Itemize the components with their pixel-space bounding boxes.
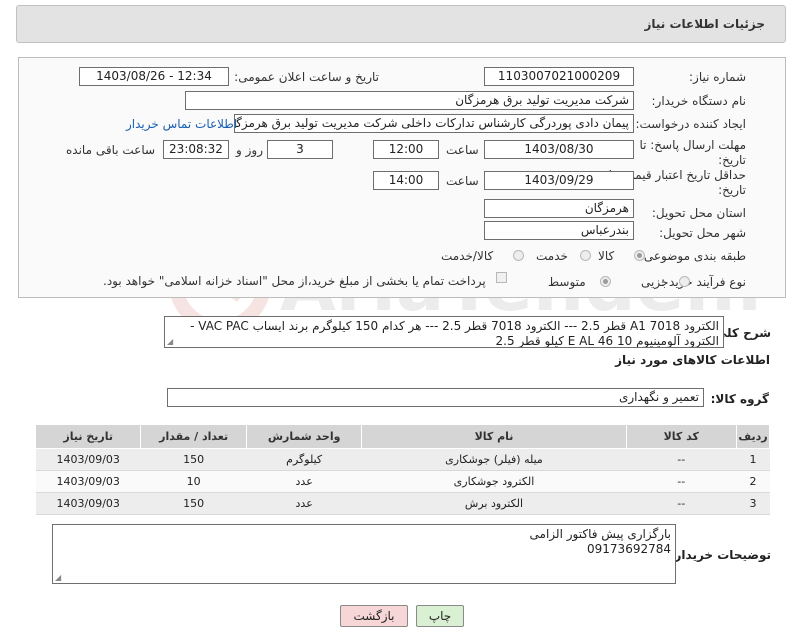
table-header-row: ردیف کد کالا نام کالا واحد شمارش تعداد /…	[34, 424, 770, 449]
cell-quantity: 150	[140, 492, 247, 515]
process-radio-minor[interactable]	[679, 276, 690, 287]
deadline-time-label: ساعت	[446, 143, 479, 157]
deadline-time-field[interactable]: 12:00	[373, 140, 439, 159]
col-header-name: نام کالا	[361, 424, 627, 449]
category-option-goods: کالا	[598, 249, 615, 263]
need-number-label: شماره نیاز:	[689, 70, 746, 84]
cell-name: میله (فیلر) جوشکاری	[361, 448, 627, 471]
table-row[interactable]: 2 -- الکترود جوشکاری عدد 10 1403/09/03	[35, 470, 770, 493]
deadline-label: مهلت ارسال پاسخ: تا تاریخ:	[639, 138, 746, 167]
validity-time-label: ساعت	[446, 174, 479, 188]
process-option-medium: متوسط	[548, 275, 586, 289]
back-button[interactable]: بازگشت	[340, 605, 408, 627]
category-option-goods-service: کالا/خدمت	[441, 249, 494, 263]
cell-row-number: 2	[736, 470, 770, 493]
category-radio-goods[interactable]	[634, 250, 645, 261]
days-label: روز و	[236, 143, 263, 157]
treasury-payment-checkbox[interactable]	[496, 272, 507, 283]
category-radio-service[interactable]	[580, 250, 591, 261]
cell-name: الکترود جوشکاری	[361, 470, 627, 493]
cell-unit: عدد	[246, 470, 362, 493]
col-header-code: کد کالا	[625, 424, 738, 449]
announce-label: تاریخ و ساعت اعلان عمومی:	[234, 70, 379, 84]
col-header-row-number: ردیف	[736, 424, 770, 449]
buyer-notes-line2: 09173692784	[587, 542, 671, 556]
col-header-quantity: تعداد / مقدار	[140, 424, 247, 449]
description-textarea[interactable]: الکترود A1 7018 قطر 2.5 --- الکترود 7018…	[164, 316, 724, 348]
resize-grip-icon[interactable]: ◢	[55, 574, 61, 582]
cell-code: --	[626, 448, 737, 471]
buyer-field[interactable]: شرکت مدیریت تولید برق هرمزگان	[185, 91, 634, 110]
announce-field[interactable]: 1403/08/26 - 12:34	[79, 67, 229, 86]
goods-info-title: اطلاعات کالاهای مورد نیاز	[615, 353, 770, 367]
city-label: شهر محل تحویل:	[659, 226, 746, 240]
cell-date: 1403/09/03	[35, 448, 141, 471]
category-label: طبقه بندی موضوعی:	[639, 249, 746, 263]
treasury-payment-note: پرداخت تمام یا بخشی از مبلغ خرید،از محل …	[103, 274, 486, 288]
buyer-notes-textarea[interactable]: بارگزاری پیش فاکتور الزامی 09173692784 ◢	[52, 524, 676, 584]
remaining-label: ساعت باقی مانده	[66, 143, 156, 157]
buyer-notes-label: توضیحات خریدار:	[669, 548, 771, 562]
cell-date: 1403/09/03	[35, 470, 141, 493]
cell-code: --	[626, 470, 737, 493]
cell-row-number: 1	[736, 448, 770, 471]
remaining-days-field[interactable]: 3	[267, 140, 333, 159]
process-radio-medium[interactable]	[600, 276, 611, 287]
cell-quantity: 10	[140, 470, 247, 493]
table-row[interactable]: 1 -- میله (فیلر) جوشکاری کیلوگرم 150 140…	[35, 448, 770, 471]
buyer-notes-line1: بارگزاری پیش فاکتور الزامی	[529, 527, 671, 541]
cell-quantity: 150	[140, 448, 247, 471]
page-title: جزئیات اطلاعات نیاز	[644, 17, 765, 31]
resize-grip-icon[interactable]: ◢	[167, 338, 173, 346]
description-text: الکترود A1 7018 قطر 2.5 --- الکترود 7018…	[190, 319, 719, 348]
cell-name: الکترود برش	[361, 492, 627, 515]
col-header-date: تاریخ نیاز	[34, 424, 142, 449]
creator-field[interactable]: پیمان دادی پوردرگی کارشناس تدارکات داخلی…	[234, 114, 634, 133]
validity-time-field[interactable]: 14:00	[373, 171, 439, 190]
goods-group-label: گروه کالا:	[710, 392, 769, 406]
province-label: استان محل تحویل:	[651, 206, 746, 220]
validity-date-field[interactable]: 1403/09/29	[484, 171, 634, 190]
cell-date: 1403/09/03	[35, 492, 141, 515]
process-option-minor: جزیی	[641, 275, 669, 289]
print-button[interactable]: چاپ	[416, 605, 464, 627]
buyer-contact-link[interactable]: اطلاعات تماس خریدار	[126, 117, 237, 131]
buyer-label: نام دستگاه خریدار:	[651, 94, 747, 108]
table-row[interactable]: 3 -- الکترود برش عدد 150 1403/09/03	[35, 492, 770, 515]
col-header-unit: واحد شمارش	[245, 424, 363, 449]
remaining-time-field[interactable]: 23:08:32	[163, 140, 229, 159]
category-radio-goods-service[interactable]	[513, 250, 524, 261]
creator-label: ایجاد کننده درخواست:	[635, 117, 746, 131]
deadline-date-field[interactable]: 1403/08/30	[484, 140, 634, 159]
goods-table: ردیف کد کالا نام کالا واحد شمارش تعداد /…	[34, 424, 770, 515]
cell-row-number: 3	[736, 492, 770, 515]
city-field[interactable]: بندرعباس	[484, 221, 634, 240]
province-field[interactable]: هرمزگان	[484, 199, 634, 218]
process-label: نوع فرآیند خرید :	[661, 275, 746, 289]
need-number-field[interactable]: 1103007021000209	[484, 67, 634, 86]
cell-code: --	[626, 492, 737, 515]
page-header: جزئیات اطلاعات نیاز	[16, 5, 786, 43]
category-option-service: خدمت	[536, 249, 568, 263]
goods-group-field[interactable]: تعمیر و نگهداری	[167, 388, 704, 407]
cell-unit: کیلوگرم	[246, 448, 362, 471]
cell-unit: عدد	[246, 492, 362, 515]
